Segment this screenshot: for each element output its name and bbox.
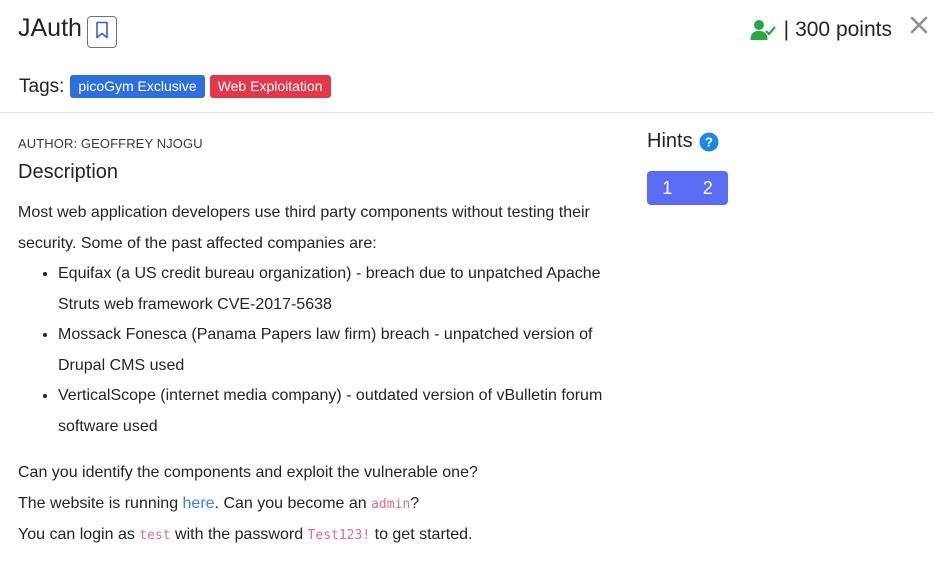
bookmark-button[interactable]	[87, 16, 117, 48]
password-code: Test123!	[307, 528, 371, 543]
hints-panel: Hints ? 1 2	[647, 130, 728, 205]
question-line: Can you identify the components and expl…	[18, 464, 478, 481]
hints-heading: Hints ?	[647, 130, 728, 153]
username-code: test	[139, 528, 171, 543]
description-intro: Most web application developers use thir…	[18, 204, 590, 252]
tag-badge-picogym[interactable]: picoGym Exclusive	[70, 75, 205, 98]
points-separator: |	[783, 18, 790, 41]
website-text-1: The website is running	[18, 494, 183, 512]
list-item: Mossack Fonesca (Panama Papers law firm)…	[58, 320, 618, 381]
challenge-body: AUTHOR: GEOFFREY NJOGU Description Most …	[18, 134, 618, 552]
challenge-title: JAuth	[18, 14, 82, 42]
hint-button-2[interactable]: 2	[688, 171, 729, 205]
close-icon	[910, 16, 928, 39]
challenge-link[interactable]: here	[183, 495, 215, 512]
tag-badge-web-exploitation[interactable]: Web Exploitation	[209, 75, 331, 98]
header-divider	[0, 112, 934, 113]
help-circle-icon[interactable]: ?	[699, 132, 719, 152]
description-heading: Description	[18, 161, 119, 183]
website-text-3: ?	[410, 494, 420, 512]
login-line: You can login as test with the password …	[18, 520, 618, 552]
hint-button-1[interactable]: 1	[647, 171, 688, 205]
affected-companies-list: Equifax (a US credit bureau organization…	[18, 259, 618, 442]
website-text-2: . Can you become an	[214, 494, 372, 512]
svg-text:?: ?	[705, 134, 713, 149]
author-line: AUTHOR: GEOFFREY NJOGU	[18, 136, 203, 151]
points-display: | 300 points	[750, 18, 892, 42]
list-item: VerticalScope (internet media company) -…	[58, 381, 618, 442]
points-value: 300 points	[795, 18, 892, 41]
close-button[interactable]	[908, 16, 930, 38]
hint-button-group: 1 2	[647, 171, 728, 205]
tags-row: Tags: picoGym Exclusive Web Exploitation	[19, 75, 336, 98]
list-item: Equifax (a US credit bureau organization…	[58, 259, 618, 320]
login-text-1: You can login as	[18, 526, 140, 543]
login-text-2: with the password	[170, 526, 308, 543]
challenge-header: JAuth | 300 points Tags: picoGym Exclusi…	[0, 0, 934, 112]
tags-label: Tags:	[19, 75, 65, 97]
website-line: The website is running here. Can you bec…	[18, 489, 618, 521]
user-check-icon	[750, 19, 776, 41]
admin-code: admin	[371, 496, 411, 512]
bookmark-icon	[95, 21, 109, 44]
login-text-3: to get started.	[370, 526, 473, 543]
hints-title: Hints	[647, 130, 693, 152]
